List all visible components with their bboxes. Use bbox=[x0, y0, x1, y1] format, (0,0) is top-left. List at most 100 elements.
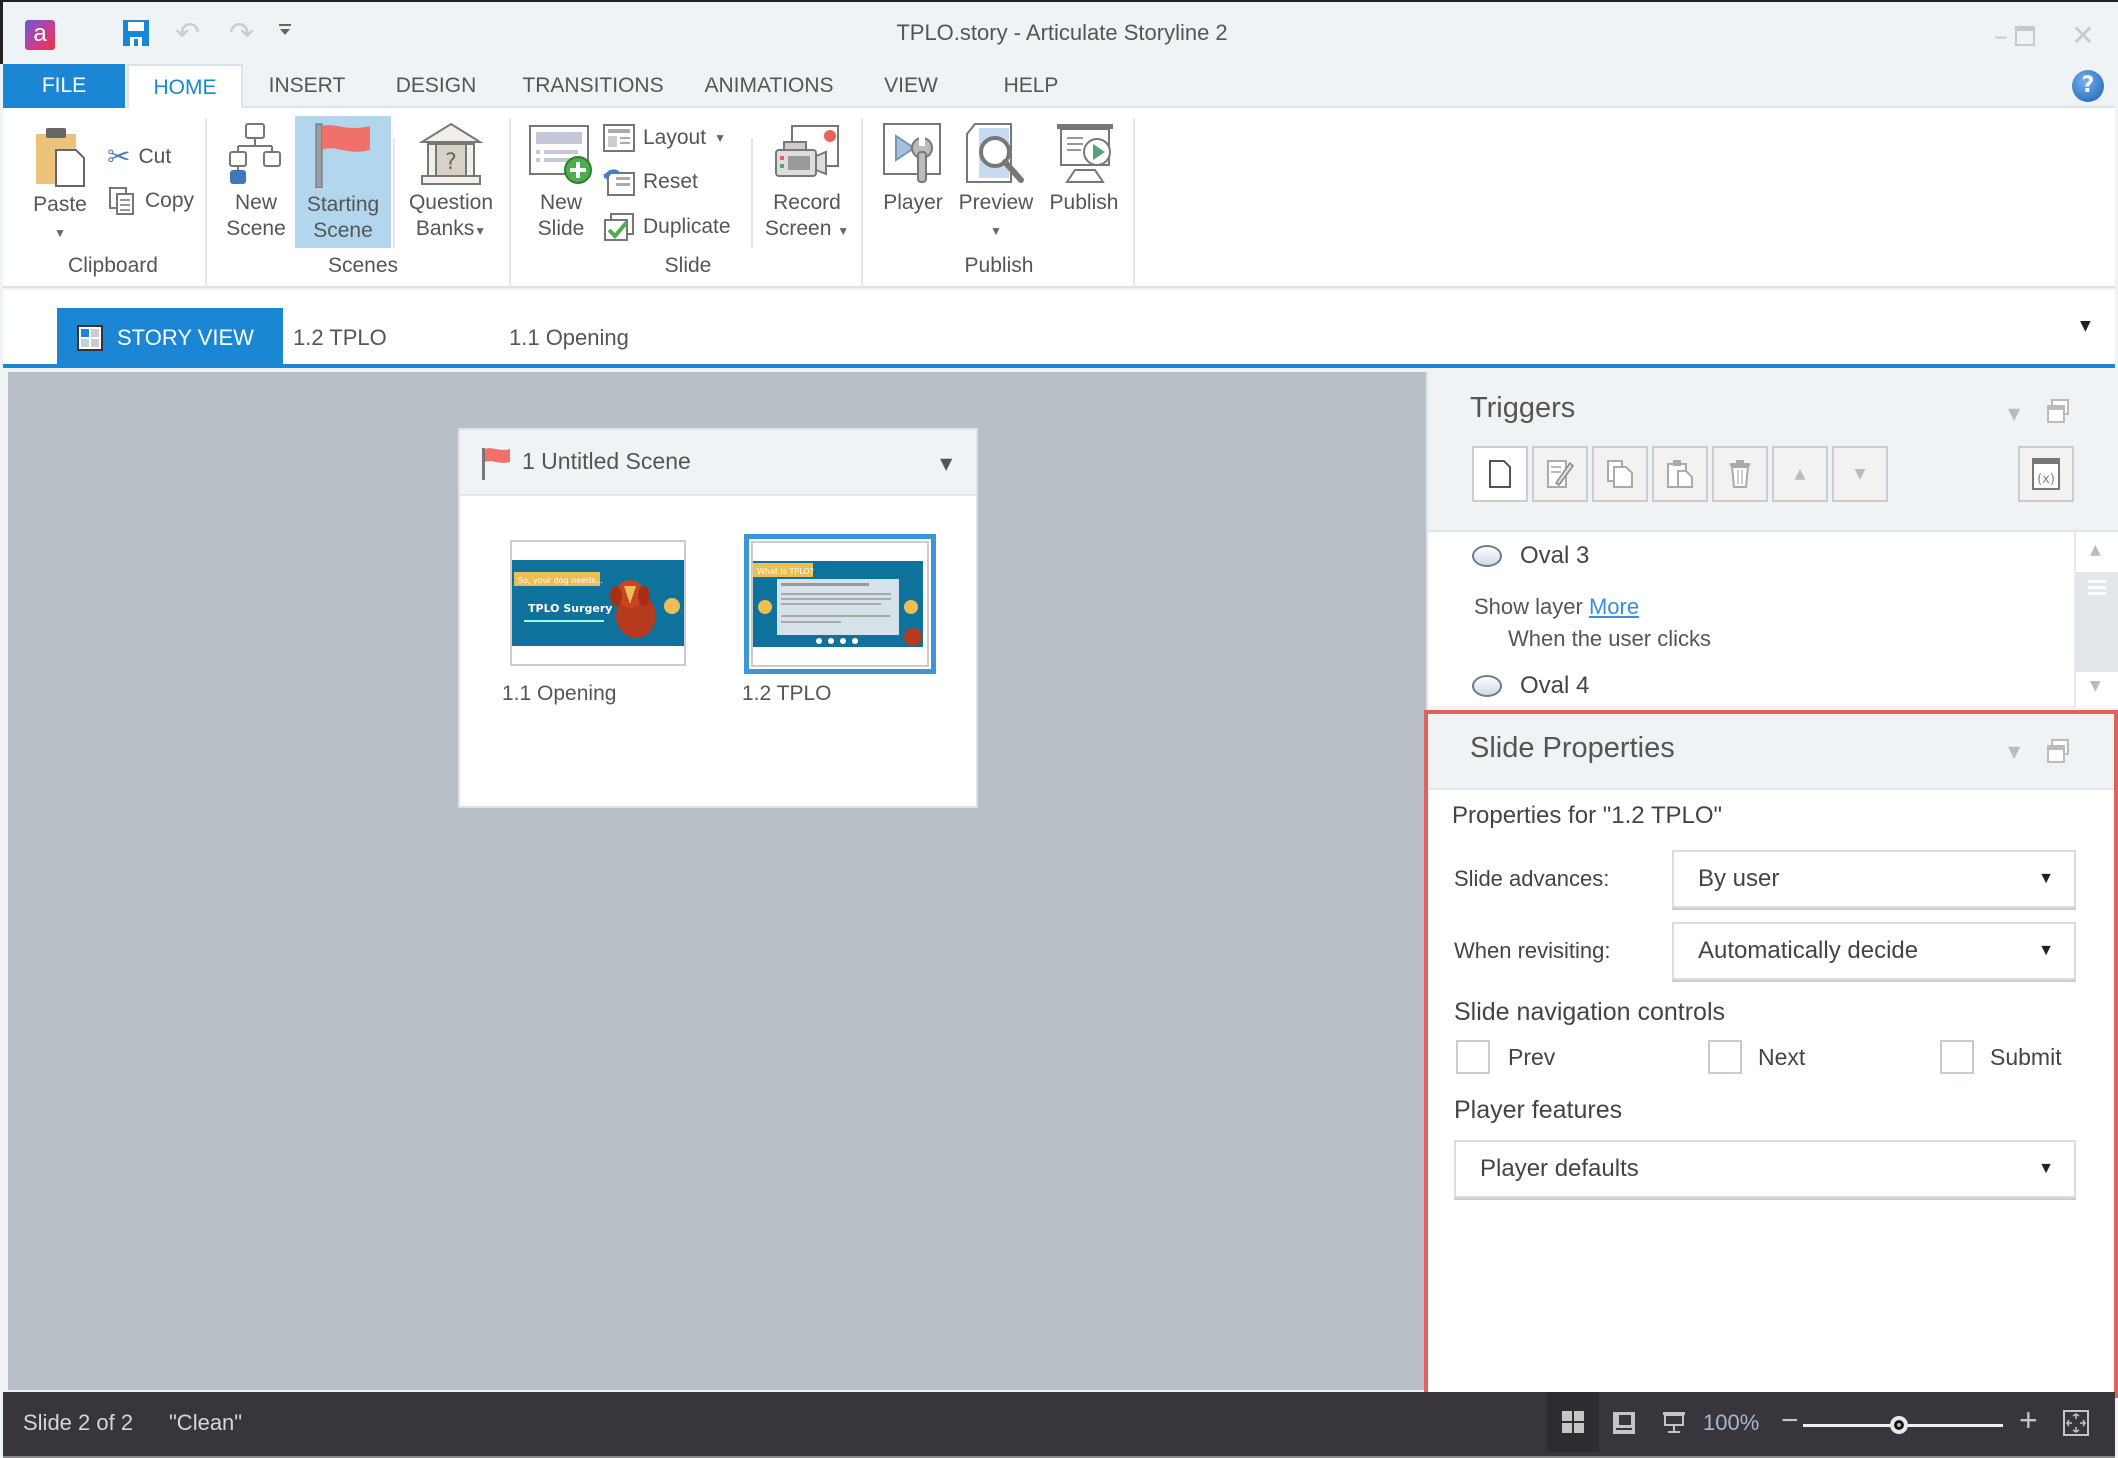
scrollbar-thumb[interactable] bbox=[2076, 572, 2118, 672]
trigger-more-link[interactable]: More bbox=[1589, 594, 1639, 619]
zoom-in-button[interactable]: + bbox=[2019, 1402, 2038, 1439]
slide-view-icon bbox=[1613, 1412, 1635, 1434]
triggers-collapse-button[interactable]: ▼ bbox=[2008, 404, 2020, 423]
slide-thumbnail-1-2[interactable]: What is TPLO? bbox=[744, 534, 936, 674]
slide-label-1-2: 1.2 TPLO bbox=[742, 682, 832, 705]
clipboard-group-label: Clipboard bbox=[68, 254, 158, 277]
paste-button[interactable]: Paste ▼ bbox=[25, 126, 95, 246]
player-label: Player bbox=[883, 191, 943, 214]
move-trigger-down-button[interactable]: ▼ bbox=[1832, 446, 1888, 502]
close-button[interactable]: ✕ bbox=[2063, 16, 2103, 56]
player-features-value: Player defaults bbox=[1480, 1155, 1639, 1182]
trigger-list-scrollbar[interactable]: ▲ ▼ bbox=[2074, 532, 2118, 708]
copy-trigger-button[interactable] bbox=[1592, 446, 1648, 502]
scene-card[interactable]: 1 Untitled Scene ▼ So, your dog needs...… bbox=[458, 428, 978, 808]
scene-menu-button[interactable]: ▼ bbox=[940, 454, 952, 473]
duplicate-icon bbox=[604, 213, 634, 241]
zoom-slider-thumb[interactable] bbox=[1890, 1416, 1908, 1434]
trigger-object-oval-3[interactable]: Oval 3 bbox=[1472, 542, 1589, 570]
normal-view-button[interactable] bbox=[1607, 1406, 1641, 1440]
starting-scene-label-2: Scene bbox=[313, 219, 373, 242]
starting-scene-button[interactable]: Starting Scene bbox=[295, 116, 391, 248]
delete-trigger-button[interactable] bbox=[1712, 446, 1768, 502]
when-revisiting-select[interactable]: Automatically decide ▼ bbox=[1672, 922, 2076, 980]
new-trigger-button[interactable] bbox=[1472, 446, 1528, 502]
tab-slide-1-1[interactable]: 1.1 Opening bbox=[509, 308, 629, 368]
tab-home[interactable]: HOME bbox=[127, 64, 243, 110]
chevron-down-icon: ▼ bbox=[2038, 942, 2054, 959]
slide-properties-collapse-button[interactable]: ▼ bbox=[2008, 742, 2020, 761]
question-banks-button[interactable]: ? Question Banks▼ bbox=[401, 122, 501, 244]
slide-properties-undock-button[interactable] bbox=[2046, 738, 2070, 768]
ribbon-home: Paste ▼ ✂ Cut Copy Clipboard New Scene S… bbox=[3, 108, 2115, 288]
tab-help[interactable]: HELP bbox=[993, 64, 1069, 108]
submit-checkbox[interactable] bbox=[1940, 1040, 1974, 1074]
layout-icon bbox=[603, 124, 635, 152]
thumb-heading-2: What is TPLO? bbox=[757, 567, 814, 576]
chevron-down-icon: ▼ bbox=[2008, 742, 2021, 761]
preview-button[interactable]: Preview ▼ bbox=[953, 122, 1039, 244]
slide-thumbnail-1-1[interactable]: So, your dog needs... TPLO Surgery bbox=[510, 540, 686, 666]
copy-button[interactable]: Copy bbox=[107, 186, 194, 216]
help-button[interactable]: ? bbox=[2072, 70, 2104, 102]
zoom-out-button[interactable]: − bbox=[1781, 1404, 1799, 1438]
tab-design[interactable]: DESIGN bbox=[381, 64, 491, 108]
slide-label-1-1: 1.1 Opening bbox=[502, 682, 617, 705]
tab-animations[interactable]: ANIMATIONS bbox=[693, 64, 845, 108]
slide-advances-select[interactable]: By user ▼ bbox=[1672, 850, 2076, 908]
publish-group-label: Publish bbox=[964, 254, 1034, 277]
cut-button[interactable]: ✂ Cut bbox=[107, 140, 171, 173]
story-view-button[interactable] bbox=[1547, 1392, 1599, 1452]
prev-checkbox-label: Prev bbox=[1508, 1044, 1556, 1070]
player-button[interactable]: Player bbox=[873, 122, 953, 216]
when-revisiting-value: Automatically decide bbox=[1698, 937, 1919, 964]
trigger-object-oval-4[interactable]: Oval 4 bbox=[1472, 672, 1589, 700]
maximize-button[interactable] bbox=[2005, 16, 2045, 56]
paste-icon bbox=[1667, 460, 1693, 488]
player-features-select[interactable]: Player defaults ▼ bbox=[1454, 1140, 2076, 1198]
record-screen-button[interactable]: Record Screen ▼ bbox=[759, 122, 855, 244]
new-scene-button[interactable]: New Scene bbox=[221, 122, 291, 242]
move-trigger-up-button[interactable]: ▲ bbox=[1772, 446, 1828, 502]
next-checkbox[interactable] bbox=[1708, 1040, 1742, 1074]
new-scene-label-2: Scene bbox=[226, 217, 286, 240]
new-slide-button[interactable]: New Slide bbox=[521, 122, 601, 242]
duplicate-button[interactable]: Duplicate bbox=[603, 212, 731, 242]
tab-slide-1-2[interactable]: 1.2 TPLO bbox=[293, 308, 387, 368]
reset-label: Reset bbox=[643, 170, 698, 193]
fit-window-icon bbox=[2063, 1410, 2089, 1436]
new-slide-label-2: Slide bbox=[537, 217, 585, 240]
window-title: TPLO.story - Articulate Storyline 2 bbox=[896, 20, 1228, 45]
tab-file[interactable]: FILE bbox=[3, 64, 125, 108]
prev-checkbox[interactable] bbox=[1456, 1040, 1490, 1074]
preview-dropdown-icon[interactable]: ▼ bbox=[990, 224, 1002, 238]
tab-story-view[interactable]: STORY VIEW bbox=[57, 308, 283, 368]
tab-insert[interactable]: INSERT bbox=[255, 64, 359, 108]
triggers-undock-button[interactable] bbox=[2046, 398, 2070, 428]
chevron-down-icon: ▼ bbox=[2080, 318, 2091, 334]
scroll-down-icon[interactable]: ▼ bbox=[2090, 678, 2101, 694]
when-revisiting-label: When revisiting: bbox=[1454, 938, 1611, 963]
preview-view-button[interactable] bbox=[1657, 1406, 1691, 1440]
title-bar: a ↶ ↷ TPLO.story - Articulate Storyline … bbox=[0, 0, 2118, 64]
tab-transitions[interactable]: TRANSITIONS bbox=[513, 64, 673, 108]
preview-label: Preview bbox=[958, 191, 1034, 214]
edit-icon bbox=[1547, 460, 1574, 488]
variables-button[interactable]: (x) bbox=[2018, 446, 2074, 502]
triggers-title: Triggers bbox=[1470, 392, 1576, 424]
fit-to-window-button[interactable] bbox=[2059, 1406, 2093, 1440]
paste-trigger-button[interactable] bbox=[1652, 446, 1708, 502]
scene-title: 1 Untitled Scene bbox=[522, 448, 691, 474]
edit-trigger-button[interactable] bbox=[1532, 446, 1588, 502]
record-screen-label-2: Screen bbox=[764, 217, 832, 240]
publish-button[interactable]: Publish bbox=[1041, 122, 1127, 216]
reset-button[interactable]: Reset bbox=[603, 168, 698, 196]
presentation-icon bbox=[1663, 1412, 1685, 1433]
trigger-condition: When the user clicks bbox=[1508, 626, 1711, 651]
paste-dropdown-icon[interactable]: ▼ bbox=[54, 226, 66, 240]
publish-label: Publish bbox=[1049, 191, 1119, 214]
tab-view[interactable]: VIEW bbox=[871, 64, 951, 108]
scroll-up-icon[interactable]: ▲ bbox=[2090, 542, 2101, 558]
tabs-overflow-button[interactable]: ▼ bbox=[2080, 318, 2091, 334]
layout-button[interactable]: Layout ▼ bbox=[603, 124, 726, 152]
